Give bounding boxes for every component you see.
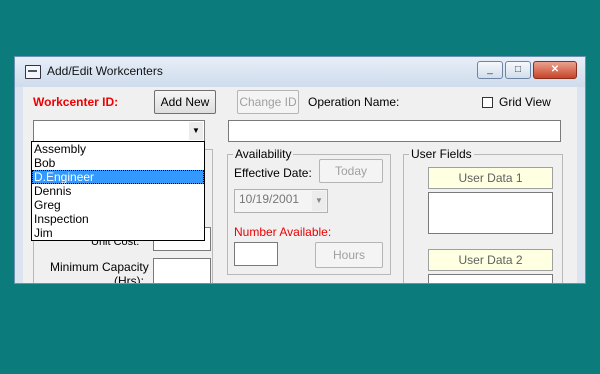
- dropdown-item[interactable]: Dennis: [32, 184, 204, 198]
- effective-date-value: 10/19/2001: [239, 192, 300, 206]
- today-button[interactable]: Today: [319, 159, 383, 183]
- close-button[interactable]: ✕: [533, 61, 577, 79]
- effective-date-label: Effective Date:: [234, 166, 312, 180]
- operation-name-input[interactable]: [228, 120, 561, 142]
- add-new-button[interactable]: Add New: [154, 90, 216, 114]
- availability-title: Availability: [233, 147, 294, 161]
- operation-name-label: Operation Name:: [308, 95, 400, 109]
- user-data-2-label: User Data 2: [428, 249, 553, 271]
- user-data-2-input[interactable]: [428, 274, 553, 283]
- user-data-1-input[interactable]: [428, 192, 553, 234]
- grid-view-checkbox[interactable]: [482, 97, 493, 108]
- dropdown-item[interactable]: D.Engineer: [32, 170, 204, 184]
- effective-date-picker[interactable]: 10/19/2001 ▼: [234, 189, 328, 213]
- chevron-down-icon[interactable]: ▼: [189, 122, 203, 140]
- dropdown-item[interactable]: Greg: [32, 198, 204, 212]
- dropdown-item[interactable]: Bob: [32, 156, 204, 170]
- maximize-button[interactable]: □: [505, 61, 531, 79]
- title-bar[interactable]: Add/Edit Workcenters _ □ ✕: [15, 57, 585, 87]
- grid-view-label: Grid View: [499, 95, 551, 109]
- lower-group: [227, 283, 391, 284]
- number-available-input[interactable]: [234, 242, 278, 266]
- min-capacity-unit: (Hrs):: [114, 274, 144, 284]
- workcenter-id-label: Workcenter ID:: [33, 95, 119, 109]
- user-data-1-label: User Data 1: [428, 167, 553, 189]
- dropdown-item[interactable]: Inspection: [32, 212, 204, 226]
- app-icon: [25, 65, 41, 79]
- window-title: Add/Edit Workcenters: [47, 64, 163, 78]
- min-capacity-input[interactable]: [153, 258, 211, 283]
- workcenter-id-combo[interactable]: ▼: [33, 120, 205, 142]
- workcenter-dropdown-list: Assembly Bob D.Engineer Dennis Greg Inspectio…: [31, 141, 205, 241]
- min-capacity-label: Minimum Capacity: [50, 260, 149, 274]
- dropdown-item[interactable]: Assembly: [32, 142, 204, 156]
- user-fields-title: User Fields: [409, 147, 474, 161]
- hours-button[interactable]: Hours: [315, 242, 383, 268]
- change-id-button[interactable]: Change ID: [237, 90, 299, 114]
- minimize-button[interactable]: _: [477, 61, 503, 79]
- chevron-down-icon[interactable]: ▼: [312, 191, 326, 211]
- dropdown-item[interactable]: Jim: [32, 226, 204, 240]
- number-available-label: Number Available:: [234, 225, 332, 239]
